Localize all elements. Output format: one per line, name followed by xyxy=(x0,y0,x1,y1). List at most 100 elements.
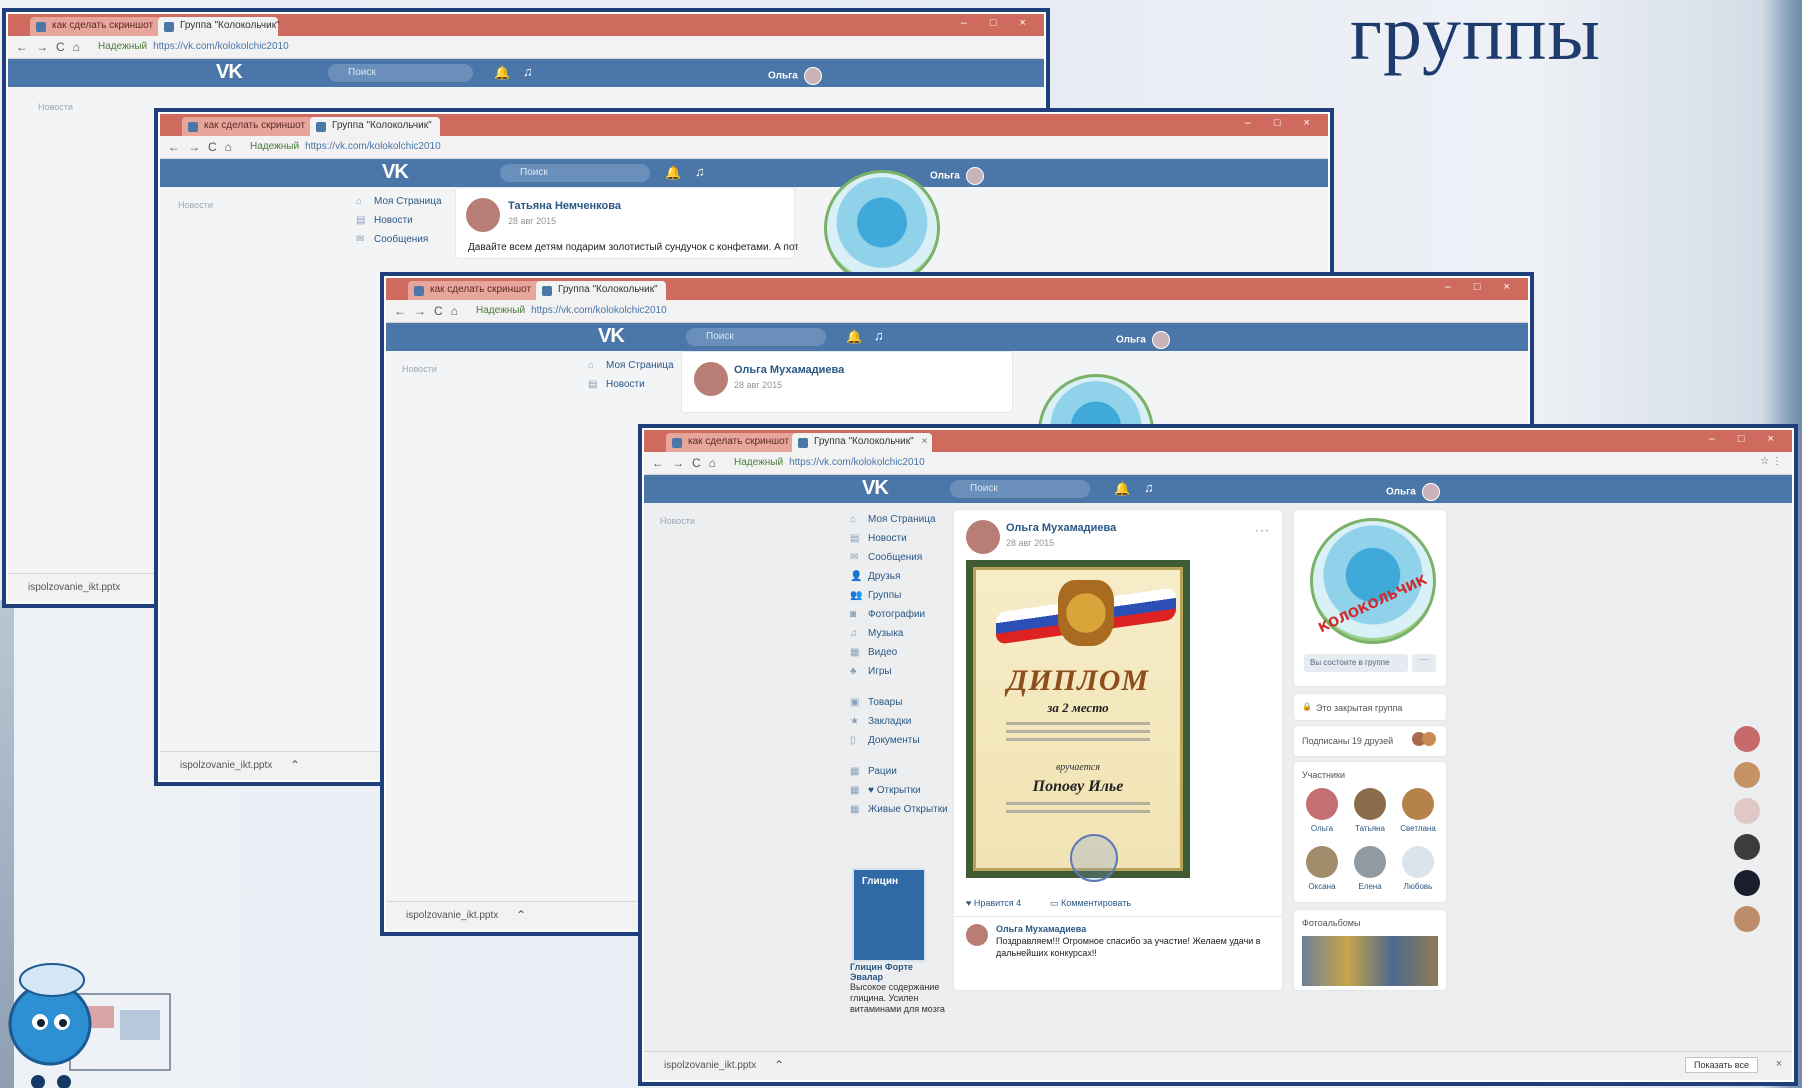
user-menu[interactable]: Ольга xyxy=(1116,331,1170,349)
post-author[interactable]: Ольга Мухамадиева xyxy=(734,364,844,376)
like-button[interactable]: ♥ Нравится 4 xyxy=(966,898,1021,908)
download-file[interactable]: ispolzovanie_ikt.pptx xyxy=(180,760,272,771)
bell-icon[interactable]: 🔔 xyxy=(846,329,862,345)
author-avatar[interactable] xyxy=(966,520,1000,554)
chat-avatar[interactable] xyxy=(1734,834,1760,860)
window-controls[interactable]: – □ × xyxy=(1709,433,1784,445)
search-input[interactable]: Поиск xyxy=(500,164,650,182)
show-all-button[interactable]: Показать все xyxy=(1685,1057,1758,1073)
nav-arrows-icon[interactable]: ←→C⌂ xyxy=(16,40,88,54)
download-file[interactable]: ispolzovanie_ikt.pptx xyxy=(28,582,120,593)
menu-item[interactable]: ▤ Новости xyxy=(356,211,442,230)
menu-item-my-page[interactable]: ⌂ Моя Страница xyxy=(850,510,948,529)
chevron-up-icon[interactable]: ⌃ xyxy=(774,1058,784,1072)
menu-item-goods[interactable]: ▣ Товары xyxy=(850,693,948,712)
music-icon[interactable]: ♫ xyxy=(523,64,533,79)
menu-item-groups[interactable]: 👥 Группы xyxy=(850,586,948,605)
menu-item[interactable]: ✉ Сообщения xyxy=(356,230,442,249)
menu-item-app-3[interactable]: ▦ Живые Открытки xyxy=(850,800,948,819)
friend-avatar[interactable] xyxy=(1306,788,1338,820)
post-author[interactable]: Татьяна Немченкова xyxy=(508,200,621,212)
ad-title[interactable]: Глицин Форте Эвалар xyxy=(850,962,946,982)
friend-avatar[interactable] xyxy=(1354,846,1386,878)
menu-item-games[interactable]: ♣ Игры xyxy=(850,662,948,681)
vk-logo[interactable]: VK xyxy=(216,61,243,84)
comment-button[interactable]: ▭ Комментировать xyxy=(1050,898,1131,909)
menu-item-documents[interactable]: ▯ Документы xyxy=(850,731,948,750)
camera-icon[interactable] xyxy=(1402,846,1434,878)
commenter-name[interactable]: Ольга Мухамадиева xyxy=(996,924,1086,934)
vk-logo[interactable]: VK xyxy=(382,161,409,184)
window-controls[interactable]: – □ × xyxy=(1445,281,1520,293)
nav-arrows-icon[interactable]: ←→C⌂ xyxy=(168,140,240,154)
commenter-avatar[interactable] xyxy=(966,924,988,946)
music-icon[interactable]: ♫ xyxy=(1144,480,1154,495)
window-controls[interactable]: – □ × xyxy=(1245,117,1320,129)
member-status-button[interactable]: Вы состоите в группе xyxy=(1304,654,1408,672)
menu-item[interactable]: ⌂ Моя Страница xyxy=(588,356,674,375)
chat-avatar[interactable] xyxy=(1734,870,1760,896)
post-date[interactable]: 28 авг 2015 xyxy=(734,380,782,390)
author-avatar[interactable] xyxy=(466,198,500,232)
menu-item-app-1[interactable]: ▦ Рации xyxy=(850,762,948,781)
close-icon[interactable]: × xyxy=(1776,1058,1782,1070)
tab-group[interactable]: Группа "Колокольчик" xyxy=(158,17,280,36)
user-menu[interactable]: Ольга xyxy=(930,167,984,185)
friend-avatar[interactable] xyxy=(1354,788,1386,820)
chat-avatar[interactable] xyxy=(1734,726,1760,752)
subscribed-friends-card[interactable]: Подписаны 19 друзей xyxy=(1294,726,1446,756)
chat-avatar[interactable] xyxy=(1734,906,1760,932)
photo-albums-title[interactable]: Фотоальбомы xyxy=(1302,918,1360,928)
vk-logo[interactable]: VK xyxy=(862,477,889,500)
search-input[interactable]: Поиск xyxy=(328,64,473,82)
menu-item-friends[interactable]: 👤 Друзья xyxy=(850,567,948,586)
vk-logo[interactable]: VK xyxy=(598,325,625,348)
chat-avatar[interactable] xyxy=(1734,798,1760,824)
post-date[interactable]: 28 авг 2015 xyxy=(508,216,556,226)
nav-arrows-icon[interactable]: ←→C⌂ xyxy=(652,456,724,470)
bell-icon[interactable]: 🔔 xyxy=(1114,481,1130,497)
members-title[interactable]: Участники xyxy=(1302,770,1345,780)
search-input[interactable]: Поиск xyxy=(686,328,826,346)
more-icon[interactable]: ··· xyxy=(1254,522,1270,540)
window-controls[interactable]: – □ × xyxy=(961,17,1036,29)
ad-image[interactable]: Глицин xyxy=(852,868,926,962)
tab-group[interactable]: Группа "Колокольчик" xyxy=(536,281,666,300)
tab-group[interactable]: Группа "Колокольчик" xyxy=(310,117,440,136)
menu-item-photos[interactable]: ◙ Фотографии xyxy=(850,605,948,624)
menu-item-music[interactable]: ♫ Музыка xyxy=(850,624,948,643)
menu-item[interactable]: ▤ Новости xyxy=(588,375,674,394)
address-bar[interactable]: ←→C⌂ Надежный https://vk.com/kolokolchic2… xyxy=(644,452,1792,475)
post-date[interactable]: 28 авг 2015 xyxy=(1006,538,1054,548)
friend-avatar[interactable] xyxy=(1402,788,1434,820)
post-author[interactable]: Ольга Мухамадиева xyxy=(1006,522,1116,534)
download-file[interactable]: ispolzovanie_ikt.pptx xyxy=(664,1060,756,1071)
address-bar[interactable]: ←→C⌂ Надежный https://vk.com/kolokolchic2… xyxy=(8,36,1044,59)
bell-icon[interactable]: 🔔 xyxy=(494,65,510,81)
album-cover[interactable] xyxy=(1302,936,1438,986)
user-menu[interactable]: Ольга xyxy=(768,67,822,85)
star-icon[interactable]: ☆ ⋮ xyxy=(1760,456,1782,467)
emblem-text: КОЛОКОЛЬЧИК xyxy=(1316,572,1430,637)
menu-item-app-2[interactable]: ▦ ♥ Открытки xyxy=(850,781,948,800)
download-file[interactable]: ispolzovanie_ikt.pptx xyxy=(406,910,498,921)
tab-group[interactable]: Группа "Колокольчик" × xyxy=(792,433,932,452)
menu-item-messages[interactable]: ✉ Сообщения xyxy=(850,548,948,567)
address-bar[interactable]: ←→C⌂ Надежный https://vk.com/kolokolchic2… xyxy=(386,300,1528,323)
bell-icon[interactable]: 🔔 xyxy=(665,165,681,181)
search-input[interactable]: Поиск xyxy=(950,480,1090,498)
friend-avatar[interactable] xyxy=(1306,846,1338,878)
menu-item-video[interactable]: ▦ Видео xyxy=(850,643,948,662)
nav-arrows-icon[interactable]: ←→C⌂ xyxy=(394,304,466,318)
diploma-image[interactable]: ДИПЛОМ за 2 место вручается Попову Илье xyxy=(966,560,1190,882)
author-avatar[interactable] xyxy=(694,362,728,396)
more-button[interactable]: ··· xyxy=(1412,654,1436,672)
menu-item-news[interactable]: ▤ Новости xyxy=(850,529,948,548)
music-icon[interactable]: ♫ xyxy=(695,164,705,179)
menu-item-bookmarks[interactable]: ★ Закладки xyxy=(850,712,948,731)
menu-item[interactable]: ⌂ Моя Страница xyxy=(356,192,442,211)
music-icon[interactable]: ♫ xyxy=(874,328,884,343)
chat-avatar[interactable] xyxy=(1734,762,1760,788)
user-menu[interactable]: Ольга xyxy=(1386,483,1440,501)
address-bar[interactable]: ←→C⌂ Надежный https://vk.com/kolokolchic2… xyxy=(160,136,1328,159)
